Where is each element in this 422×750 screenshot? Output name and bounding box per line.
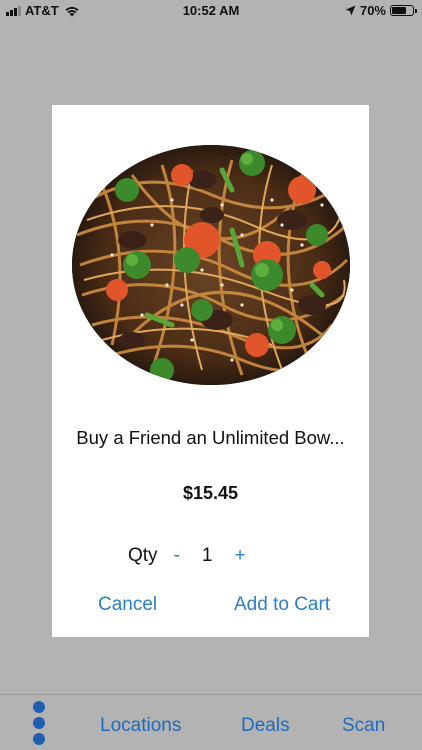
battery-icon xyxy=(390,5,417,16)
tab-locations[interactable]: Locations xyxy=(100,715,181,737)
qty-label: Qty xyxy=(128,545,158,566)
qty-value: 1 xyxy=(201,545,213,566)
more-dots-icon[interactable] xyxy=(33,701,47,749)
noodle-bowl-image xyxy=(72,145,350,385)
status-right: 70% xyxy=(345,3,417,18)
add-to-cart-button[interactable]: Add to Cart xyxy=(234,594,330,616)
status-bar: AT&T 10:52 AM 70% xyxy=(0,0,422,20)
bottom-tab-bar: Locations Deals Scan xyxy=(0,694,422,750)
cancel-button[interactable]: Cancel xyxy=(98,594,157,616)
product-modal: Buy a Friend an Unlimited Bow... $15.45 … xyxy=(52,105,369,637)
quantity-stepper: Qty - 1 + xyxy=(128,544,246,568)
tab-deals[interactable]: Deals xyxy=(241,715,290,737)
qty-increment-button[interactable]: + xyxy=(234,545,245,567)
product-title: Buy a Friend an Unlimited Bow... xyxy=(76,427,345,448)
qty-decrement-button[interactable]: - xyxy=(174,545,180,567)
product-price: $15.45 xyxy=(182,483,239,503)
battery-percent: 70% xyxy=(359,3,386,18)
tab-scan[interactable]: Scan xyxy=(342,715,385,737)
location-arrow-icon xyxy=(345,5,356,16)
